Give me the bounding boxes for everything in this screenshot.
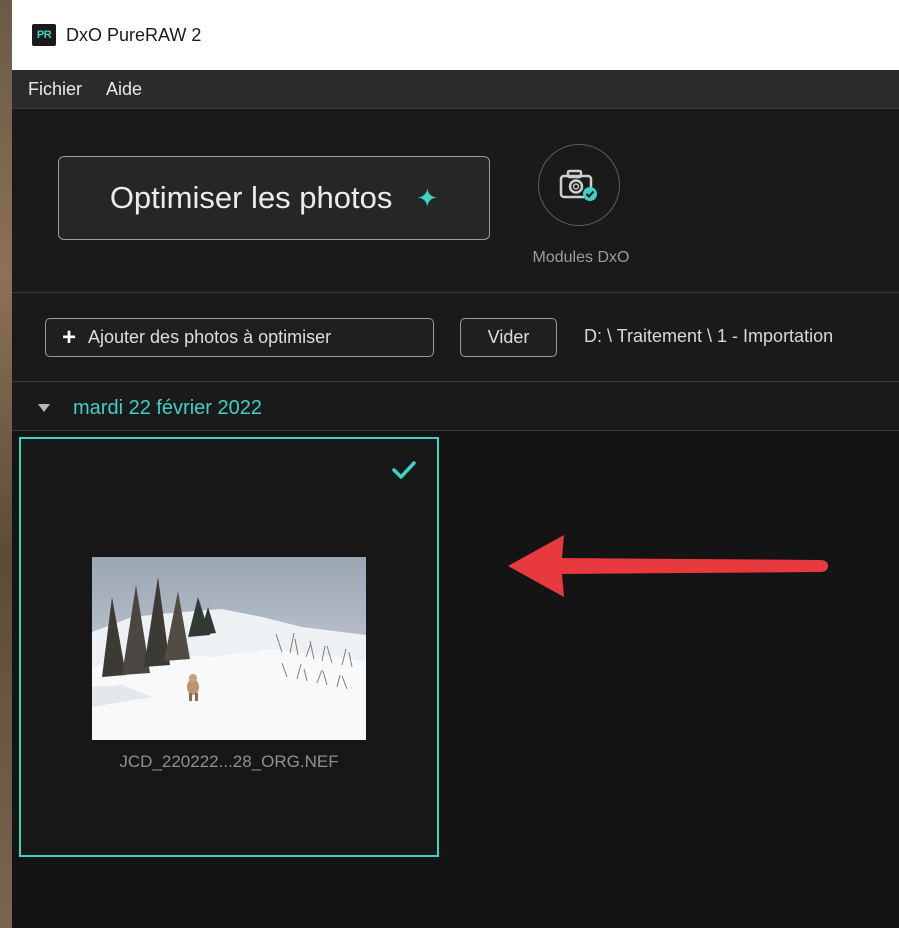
clear-button[interactable]: Vider <box>460 318 557 357</box>
menu-fichier[interactable]: Fichier <box>28 79 82 100</box>
sparkle-icon: ✦ <box>416 182 439 213</box>
camera-check-icon <box>559 169 597 201</box>
caret-down-icon[interactable] <box>38 404 50 412</box>
photo-thumbnail-image <box>92 557 366 740</box>
title-bar: PR DxO PureRAW 2 <box>12 0 899 70</box>
menu-bar: Fichier Aide <box>12 70 899 109</box>
optimize-photos-button[interactable]: Optimiser les photos ✦ <box>58 156 490 240</box>
date-group-header[interactable]: mardi 22 février 2022 <box>12 382 899 431</box>
plus-icon: + <box>62 323 77 351</box>
modules-dxo-label: Modules DxO <box>532 249 630 266</box>
photo-thumbnail-card[interactable]: JCD_220222...28_ORG.NEF <box>19 437 439 857</box>
add-photos-label: Ajouter des photos à optimiser <box>88 327 332 347</box>
optimize-photos-label: Optimiser les photos <box>109 180 393 215</box>
menu-aide[interactable]: Aide <box>106 79 142 100</box>
photo-grid: JCD_220222...28_ORG.NEF <box>12 431 899 928</box>
snow-landscape-image <box>92 557 366 740</box>
action-row: + Ajouter des photos à optimiser Vider D… <box>12 293 899 382</box>
modules-dxo-button[interactable] <box>538 144 620 226</box>
photo-filename: JCD_220222...28_ORG.NEF <box>119 752 339 771</box>
window-edge-background <box>0 0 12 928</box>
folder-path: D: \ Traitement \ 1 - Importation <box>584 326 834 346</box>
app-title: DxO PureRAW 2 <box>66 24 202 45</box>
add-photos-button[interactable]: + Ajouter des photos à optimiser <box>45 318 434 357</box>
app-window: PR DxO PureRAW 2 Fichier Aide Optimiser … <box>12 0 899 928</box>
date-group-label: mardi 22 février 2022 <box>73 397 262 419</box>
check-icon <box>392 461 416 479</box>
app-logo-icon: PR <box>32 24 56 46</box>
main-toolbar: Optimiser les photos ✦ Modules DxO <box>12 109 899 293</box>
red-arrow-annotation <box>508 535 828 597</box>
